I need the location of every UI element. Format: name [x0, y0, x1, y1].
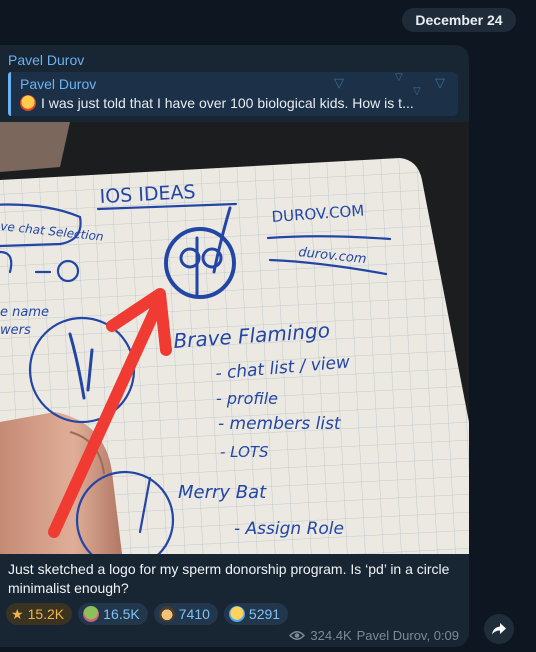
reply-text: I was just told that I have over 100 bio…	[20, 95, 455, 111]
sketch-item-members: - members list	[218, 414, 342, 434]
reactions-bar: ★ 15.2K 16.5K 7410 5291	[6, 603, 289, 625]
message-photo[interactable]: IOS IDEAS DUROV.COM durov.com ve chat Se…	[0, 122, 469, 554]
reply-quote[interactable]: ▽ ▽ ▽ ▽ Pavel Durov I was just told that…	[8, 72, 458, 116]
frog-icon	[83, 606, 100, 622]
date-separator: December 24	[402, 8, 516, 32]
message-bubble[interactable]: Pavel Durov ▽ ▽ ▽ ▽ Pavel Durov I was ju…	[0, 45, 469, 647]
nerd-icon	[158, 606, 175, 622]
reaction-frog[interactable]: 16.5K	[78, 603, 148, 625]
sketch-item-profile: - profile	[216, 389, 278, 408]
message-signature: Pavel Durov, 0:09	[356, 628, 459, 643]
diamond-icon: ▽	[334, 75, 344, 90]
reaction-count: 7410	[178, 606, 210, 622]
reaction-nerd[interactable]: 7410	[153, 603, 218, 625]
reaction-count: 16.5K	[103, 606, 140, 622]
diamond-icon: ▽	[435, 75, 445, 90]
diamond-icon: ▽	[395, 72, 403, 83]
reaction-count: 5291	[248, 606, 281, 622]
message-caption: Just sketched a logo for my sperm donors…	[8, 561, 450, 596]
star-icon: ★	[11, 605, 24, 622]
share-arrow-icon	[492, 623, 506, 635]
view-count: 324.4K	[310, 628, 352, 643]
sketch-viewers: wers	[0, 323, 31, 338]
reply-text-content: I was just told that I have over 100 bio…	[41, 95, 414, 111]
eye-icon	[289, 631, 306, 640]
sketch-item-lots: - LOTS	[220, 443, 269, 461]
message-meta: 324.4K Pavel Durov, 0:09	[289, 628, 459, 643]
reaction-star[interactable]: ★ 15.2K	[6, 603, 73, 625]
crying-icon	[228, 606, 245, 622]
star-struck-emoji-icon	[20, 95, 36, 111]
reaction-count: 15.2K	[27, 606, 65, 622]
reply-author: Pavel Durov	[20, 76, 97, 92]
notebook-sketch-image: IOS IDEAS DUROV.COM durov.com ve chat Se…	[0, 122, 469, 554]
share-button[interactable]	[484, 614, 514, 644]
reaction-crying[interactable]: 5291	[223, 603, 289, 625]
sketch-assign-role: - Assign Role	[234, 519, 344, 539]
sketch-merry-bat: Merry Bat	[178, 482, 267, 503]
sketch-rename: e name	[0, 305, 49, 320]
sender-name[interactable]: Pavel Durov	[8, 52, 84, 68]
